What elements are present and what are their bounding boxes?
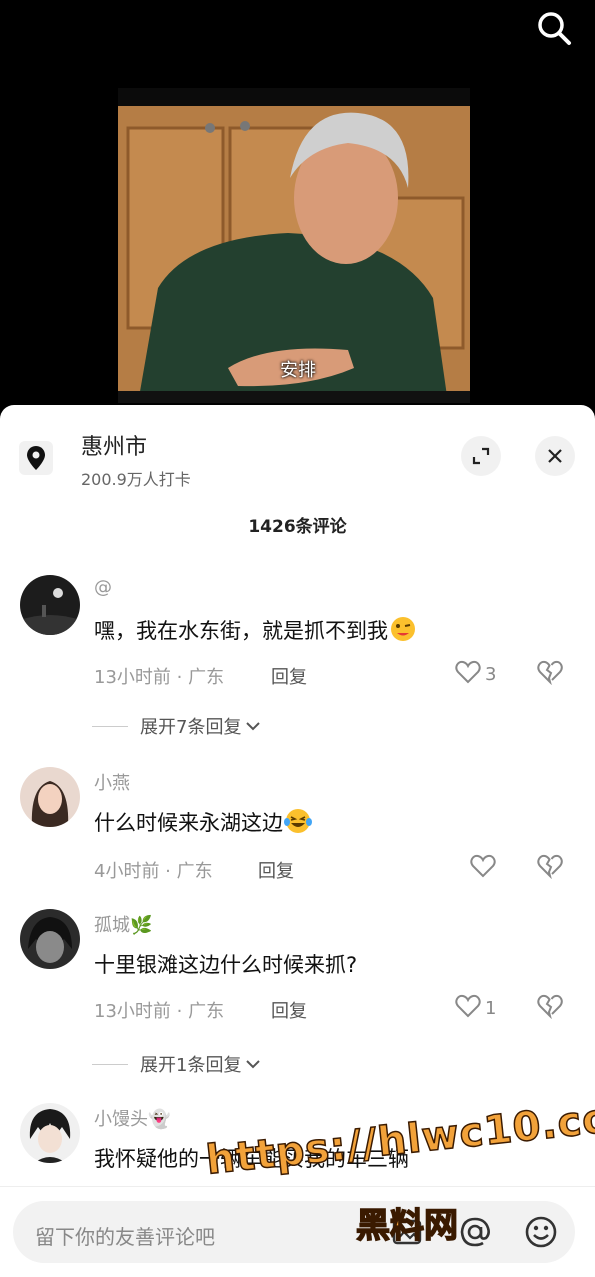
comment-text: 十里银滩这边什么时候来抓? <box>94 953 358 977</box>
comment-meta: 13小时前 · 广东 <box>94 667 225 688</box>
location-pin-icon[interactable] <box>19 441 53 475</box>
broken-heart-icon[interactable] <box>536 993 564 1023</box>
search-icon[interactable] <box>534 8 574 48</box>
heart-icon <box>455 660 481 689</box>
reply-button[interactable]: 回复 <box>271 663 307 689</box>
watermark-text: 黑料网 <box>355 1205 459 1247</box>
avatar[interactable] <box>20 575 80 635</box>
comment-text: 嘿，我在水东街，就是抓不到我 <box>94 615 418 645</box>
heart-icon <box>455 994 481 1023</box>
reply-button[interactable]: 回复 <box>258 857 294 883</box>
video-subtitle: 安排 <box>280 360 316 381</box>
like-count: 1 <box>485 997 497 1019</box>
comment-username[interactable]: 小馒头👻 <box>94 1105 170 1131</box>
expand-replies-button[interactable]: 展开7条回复 <box>92 713 261 739</box>
heart-icon <box>470 854 496 883</box>
chevron-down-icon <box>245 1054 261 1075</box>
comment-input-placeholder: 留下你的友善评论吧 <box>35 1225 215 1249</box>
emoji-icon[interactable] <box>523 1214 559 1250</box>
comment-input[interactable]: 留下你的友善评论吧 <box>13 1201 575 1263</box>
like-button[interactable]: 1 <box>455 993 496 1023</box>
video-player[interactable]: 安排 <box>0 0 595 420</box>
laughing-tears-emoji-icon <box>283 808 313 834</box>
like-button[interactable] <box>470 853 500 883</box>
expand-icon[interactable] <box>461 436 501 476</box>
comment-count: 1426条评论 <box>248 517 347 537</box>
divider-line <box>92 725 128 727</box>
comment-meta: 4小时前 · 广东 <box>94 861 213 882</box>
divider-line <box>92 1063 128 1065</box>
like-button[interactable]: 3 <box>455 659 496 689</box>
like-count: 3 <box>485 663 497 685</box>
comment-username[interactable]: 小燕 <box>94 769 130 795</box>
expand-replies-button[interactable]: 展开1条回复 <box>92 1051 261 1077</box>
broken-heart-icon[interactable] <box>536 659 564 689</box>
avatar[interactable] <box>20 767 80 827</box>
wink-tongue-emoji-icon <box>388 616 418 642</box>
comment-username[interactable]: 孤城🌿 <box>94 911 152 937</box>
comment-input-bar: 留下你的友善评论吧 <box>0 1186 595 1277</box>
mention-icon[interactable] <box>457 1214 493 1250</box>
broken-heart-icon[interactable] <box>536 853 564 883</box>
avatar[interactable] <box>20 909 80 969</box>
video-frame: 安排 <box>118 88 470 403</box>
chevron-down-icon <box>245 716 261 737</box>
location-title[interactable]: 惠州市 <box>81 429 147 461</box>
comment-meta: 13小时前 · 广东 <box>94 1001 225 1022</box>
comment-text: 什么时候来永湖这边 <box>94 807 313 837</box>
close-icon[interactable] <box>535 436 575 476</box>
reply-button[interactable]: 回复 <box>271 997 307 1023</box>
location-checkins: 200.9万人打卡 <box>81 470 191 489</box>
avatar[interactable] <box>20 1103 80 1163</box>
comment-username[interactable]: @ <box>94 577 112 598</box>
